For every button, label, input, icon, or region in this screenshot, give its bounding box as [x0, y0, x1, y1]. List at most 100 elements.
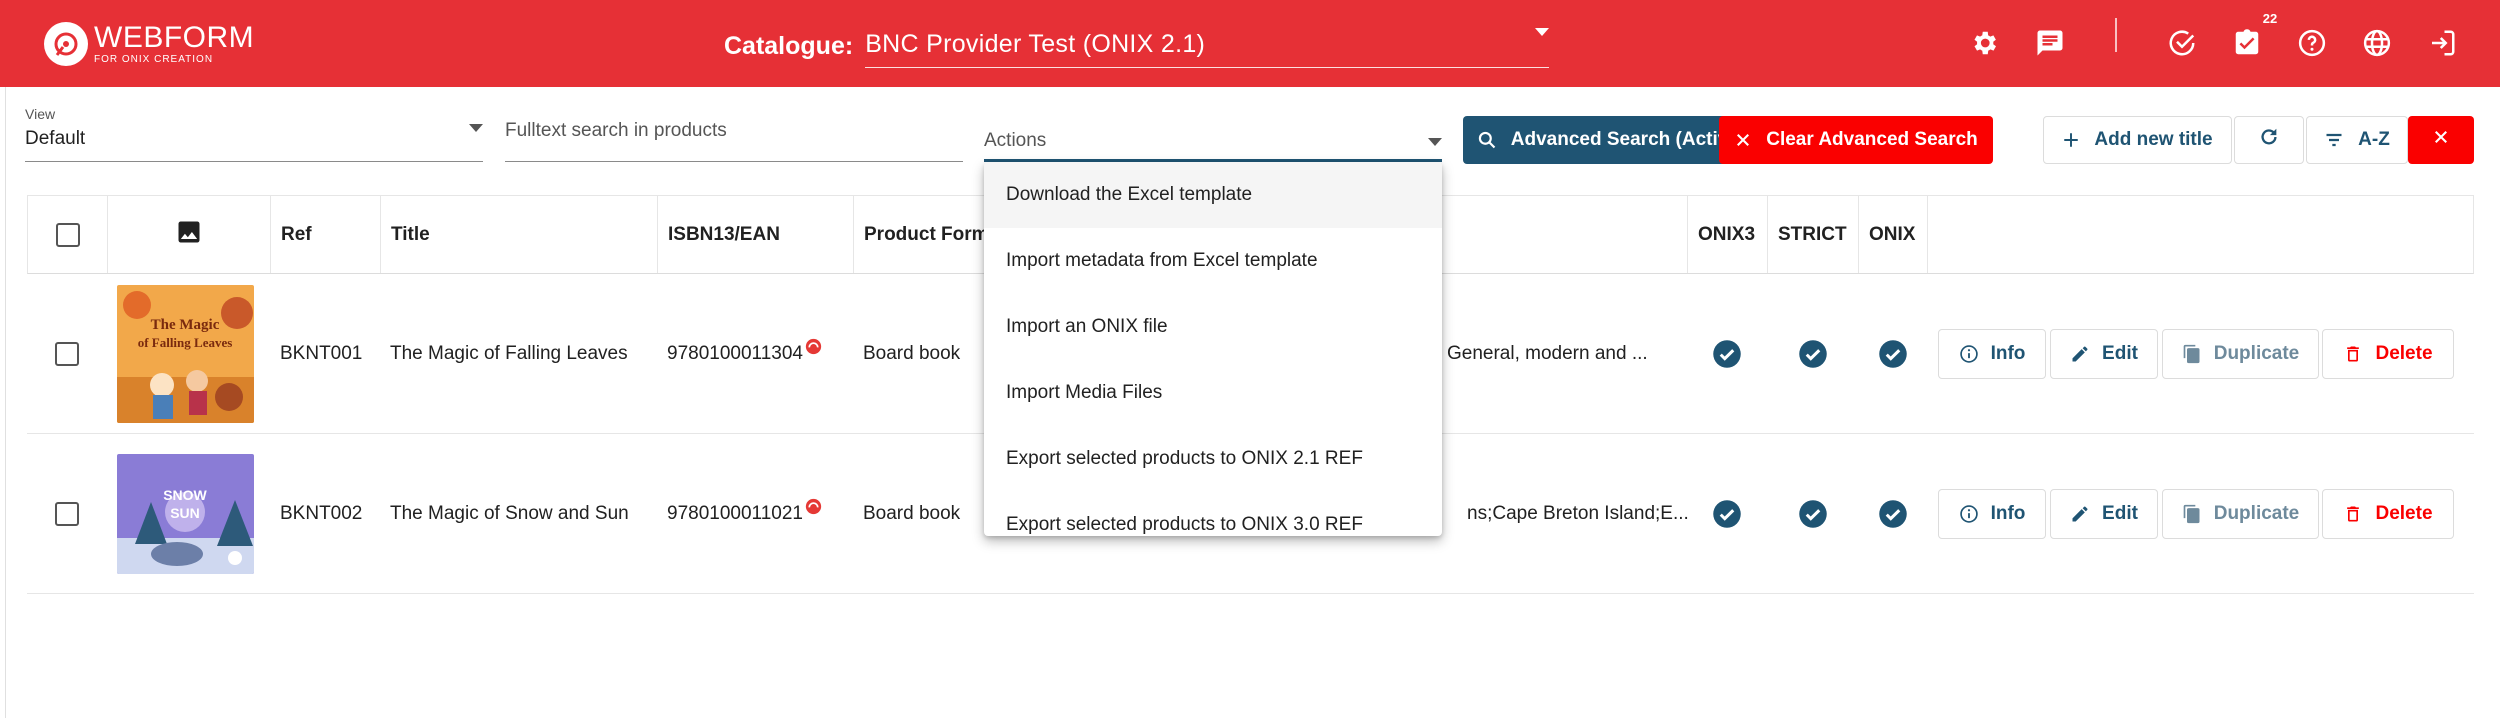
cover-title-line-1: The Magic [151, 317, 220, 333]
info-label: Info [1990, 343, 2026, 364]
menu-item-export-onix-21[interactable]: Export selected products to ONIX 2.1 REF [984, 426, 1442, 492]
sort-button[interactable]: A-Z [2306, 116, 2408, 164]
add-new-title-button[interactable]: Add new title [2043, 116, 2232, 164]
cover-cell: The Magic of Falling Leaves [117, 274, 267, 434]
warning-icon[interactable] [805, 498, 822, 515]
left-edge [0, 87, 6, 718]
check-circle-icon [1878, 499, 1908, 529]
header-product-form[interactable]: Product Form [854, 196, 985, 273]
header-select-all[interactable] [28, 196, 108, 273]
view-value: Default [25, 128, 86, 149]
header-image [108, 196, 271, 273]
menu-item-import-media-files[interactable]: Import Media Files [984, 360, 1442, 426]
check-circle-icon [1712, 339, 1742, 369]
close-icon [1734, 131, 1752, 149]
search-icon [1477, 130, 1497, 150]
menu-item-import-onix-file[interactable]: Import an ONIX file [984, 294, 1442, 360]
clear-advanced-search-label: Clear Advanced Search [1766, 129, 1978, 150]
ref-cell: BKNT001 [280, 343, 363, 364]
info-icon [1959, 344, 1979, 364]
logo-mark-icon [44, 22, 88, 66]
actions-select[interactable]: Actions [984, 118, 1442, 162]
globe-icon[interactable] [2360, 26, 2394, 60]
catalogue-selector: Catalogue: BNC Provider Test (ONIX 2.1) [724, 22, 1550, 68]
header-ref[interactable]: Ref [271, 196, 381, 273]
ref-cell: BKNT002 [280, 503, 363, 524]
isbn-cell: 9780100011021 [657, 434, 853, 594]
advanced-search-button[interactable]: Advanced Search (Active) [1463, 116, 1759, 164]
view-select[interactable]: View Default [25, 106, 483, 162]
logo-title: WEBFORM [94, 21, 255, 54]
warning-icon[interactable] [805, 338, 822, 355]
pencil-icon [2070, 344, 2090, 364]
header-title[interactable]: Title [381, 196, 658, 273]
product-form-cell: Board book [863, 343, 961, 364]
catalogue-select[interactable]: BNC Provider Test (ONIX 2.1) [865, 22, 1550, 68]
settings-icon[interactable] [1967, 26, 2001, 60]
onix-status [1858, 434, 1927, 594]
copy-icon [2182, 504, 2202, 524]
header-strict[interactable]: STRICT [1768, 196, 1859, 273]
isbn-cell: 9780100011304 [657, 274, 853, 434]
chevron-down-icon [469, 124, 483, 132]
title-cell: The Magic of Falling Leaves [390, 343, 628, 364]
filter-list-icon [2324, 130, 2344, 150]
delete-label: Delete [2375, 343, 2433, 364]
refresh-button[interactable] [2234, 116, 2304, 164]
clipboard-check-icon[interactable] [2230, 26, 2264, 60]
chevron-down-icon [1535, 28, 1550, 36]
duplicate-button[interactable]: Duplicate [2162, 329, 2319, 379]
isbn-value: 9780100011304 [667, 343, 803, 364]
onix3-status [1687, 274, 1767, 434]
row-checkbox[interactable] [55, 342, 79, 366]
product-form-cell: Board book [863, 503, 961, 524]
subject-cell: General, modern and ... [1447, 343, 1648, 364]
menu-item-download-excel-template[interactable]: Download the Excel template [984, 162, 1442, 228]
chat-icon[interactable] [2033, 26, 2067, 60]
row-select-cell [27, 434, 107, 594]
header-actions [1928, 196, 2475, 273]
row-checkbox[interactable] [55, 502, 79, 526]
duplicate-label: Duplicate [2213, 343, 2300, 364]
check-circle-icon [1798, 339, 1828, 369]
header-onix3[interactable]: ONIX3 [1688, 196, 1768, 273]
help-icon[interactable] [2295, 26, 2329, 60]
select-all-checkbox[interactable] [55, 222, 80, 247]
clear-advanced-search-button[interactable]: Clear Advanced Search [1719, 116, 1993, 164]
title-cell: The Magic of Snow and Sun [390, 503, 629, 524]
edit-button[interactable]: Edit [2050, 489, 2158, 539]
duplicate-button[interactable]: Duplicate [2162, 489, 2319, 539]
check-circle-icon[interactable] [2165, 26, 2199, 60]
image-icon [175, 218, 203, 252]
check-circle-icon [1798, 499, 1828, 529]
strict-status [1767, 274, 1858, 434]
plus-icon [2062, 131, 2080, 149]
menu-item-export-onix-30[interactable]: Export selected products to ONIX 3.0 REF [984, 492, 1442, 536]
delete-label: Delete [2375, 503, 2433, 524]
actions-menu: Download the Excel template Import metad… [984, 162, 1442, 536]
menu-item-import-metadata-excel[interactable]: Import metadata from Excel template [984, 228, 1442, 294]
subject-cell: ns;Cape Breton Island;E... [1467, 503, 1689, 524]
app-logo[interactable]: WEBFORM FOR ONIX CREATION [44, 20, 254, 68]
search-input[interactable] [505, 120, 963, 142]
close-icon [2432, 128, 2450, 152]
book-cover-image[interactable]: SNOW SUN [117, 454, 254, 574]
delete-button[interactable]: Delete [2322, 489, 2454, 539]
toolbar-divider [2115, 18, 2117, 52]
header-onix[interactable]: ONIX [1859, 196, 1928, 273]
header-isbn[interactable]: ISBN13/EAN [658, 196, 854, 273]
notification-badge: 22 [2259, 10, 2281, 28]
actions-label: Actions [984, 130, 1047, 151]
pencil-icon [2070, 504, 2090, 524]
logo-subtitle: FOR ONIX CREATION [94, 54, 214, 65]
info-button[interactable]: Info [1938, 489, 2046, 539]
close-search-button[interactable] [2408, 116, 2474, 164]
check-circle-icon [1878, 339, 1908, 369]
delete-button[interactable]: Delete [2322, 329, 2454, 379]
edit-button[interactable]: Edit [2050, 329, 2158, 379]
book-cover-image[interactable]: The Magic of Falling Leaves [117, 285, 254, 423]
info-button[interactable]: Info [1938, 329, 2046, 379]
copy-icon [2182, 344, 2202, 364]
edit-label: Edit [2102, 503, 2138, 524]
logout-icon[interactable] [2425, 26, 2459, 60]
